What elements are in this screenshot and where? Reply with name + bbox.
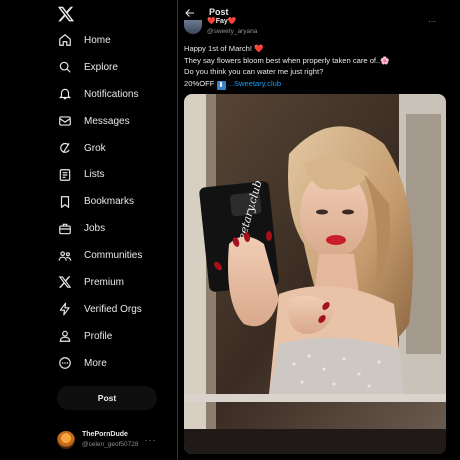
briefcase-icon bbox=[58, 222, 72, 236]
back-arrow-icon[interactable] bbox=[184, 6, 196, 18]
people-icon bbox=[58, 249, 72, 263]
more-dots-icon[interactable]: ⋯ bbox=[428, 17, 436, 26]
sidebar-item-more[interactable]: More bbox=[50, 350, 174, 377]
bookmark-icon bbox=[58, 195, 72, 209]
sidebar-item-lists[interactable]: Lists bbox=[50, 161, 174, 188]
heart-emoji: ❤️ bbox=[254, 44, 264, 53]
flower-emoji: 🌸 bbox=[380, 55, 390, 65]
account-switcher[interactable]: ThePornDude @celen_geof50728 ··· bbox=[57, 428, 172, 452]
sidebar-item-label: Jobs bbox=[84, 223, 106, 235]
sidebar-item-communities[interactable]: Communities bbox=[50, 242, 174, 269]
page-title: Post bbox=[209, 7, 229, 17]
sidebar-item-explore[interactable]: Explore bbox=[50, 54, 174, 81]
sidebar-item-label: Grok bbox=[84, 142, 106, 154]
sidebar-item-premium[interactable]: Premium bbox=[50, 269, 174, 296]
tweet-media-photo[interactable]: sweetary.club bbox=[184, 94, 446, 454]
tweet-line: Do you think you can water me just right… bbox=[184, 67, 324, 76]
more-dots-icon[interactable]: ··· bbox=[144, 435, 156, 445]
sidebar-item-label: Notifications bbox=[84, 88, 139, 100]
tweet-author-avatar[interactable] bbox=[184, 20, 202, 34]
sidebar-item-label: Bookmarks bbox=[84, 196, 135, 208]
envelope-icon bbox=[58, 114, 72, 128]
sidebar-item-label: Lists bbox=[84, 169, 105, 181]
sidebar-item-label: More bbox=[84, 357, 107, 369]
more-circle-icon bbox=[58, 356, 72, 370]
sidebar-item-bookmarks[interactable]: Bookmarks bbox=[50, 188, 174, 215]
sidebar-item-label: Messages bbox=[84, 115, 130, 127]
list-icon bbox=[58, 168, 72, 182]
home-icon bbox=[58, 33, 72, 47]
tweet-line: 20%OFF bbox=[184, 78, 217, 88]
sidebar-item-label: Explore bbox=[84, 61, 118, 73]
sidebar-item-home[interactable]: Home bbox=[50, 27, 174, 54]
post-detail: Post ❤️Fay❤️ @sweety_aryana ⋯ Happy 1st … bbox=[178, 0, 460, 460]
search-icon bbox=[58, 60, 72, 74]
account-handle: @celen_geof50728 bbox=[82, 441, 139, 448]
avatar bbox=[57, 431, 75, 449]
grok-icon bbox=[58, 141, 72, 155]
down-arrow-emoji: ⬇ bbox=[216, 80, 226, 90]
sidebar-item-label: Communities bbox=[84, 250, 143, 262]
sidebar-item-verified-orgs[interactable]: Verified Orgs bbox=[50, 296, 174, 323]
x-logo-icon[interactable] bbox=[57, 5, 75, 23]
sidebar-item-label: Verified Orgs bbox=[84, 303, 142, 315]
sidebar-item-messages[interactable]: Messages bbox=[50, 108, 174, 135]
post-button[interactable]: Post bbox=[57, 386, 157, 410]
tweet-line: They say flowers bloom best when properl… bbox=[184, 55, 381, 65]
sidebar: Home Explore Notifications Messages Grok bbox=[0, 0, 178, 460]
sidebar-nav: Home Explore Notifications Messages Grok bbox=[50, 27, 174, 377]
sidebar-item-label: Home bbox=[84, 34, 111, 46]
bell-icon bbox=[58, 87, 72, 101]
sidebar-item-grok[interactable]: Grok bbox=[50, 135, 174, 162]
sidebar-item-profile[interactable]: Profile bbox=[50, 323, 174, 350]
tweet-line: Happy 1st of March! bbox=[184, 44, 255, 53]
sidebar-item-notifications[interactable]: Notifications bbox=[50, 81, 174, 108]
tweet-link[interactable]: ...Sweetary.club bbox=[228, 79, 281, 88]
tweet-text: Happy 1st of March! ❤️ They say flowers … bbox=[184, 43, 454, 90]
sidebar-item-jobs[interactable]: Jobs bbox=[50, 215, 174, 242]
sidebar-item-label: Premium bbox=[84, 276, 125, 288]
account-name: ThePornDude bbox=[82, 431, 128, 438]
sidebar-item-label: Profile bbox=[84, 330, 113, 342]
person-icon bbox=[58, 329, 72, 343]
lightning-icon bbox=[58, 302, 72, 316]
x-logo-icon bbox=[58, 275, 72, 289]
tweet-author-handle[interactable]: @sweety_aryana bbox=[207, 28, 257, 35]
tweet-author-name[interactable]: ❤️Fay❤️ bbox=[207, 17, 237, 25]
